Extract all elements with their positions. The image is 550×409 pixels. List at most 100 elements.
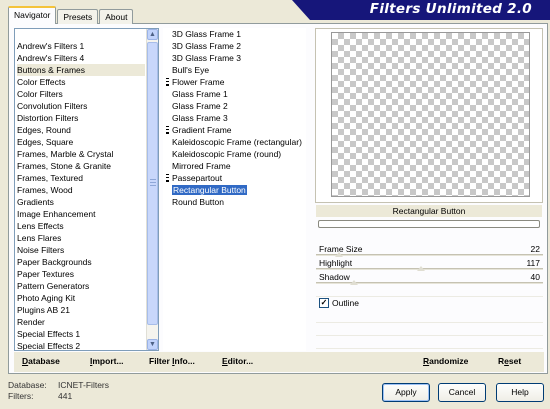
category-item[interactable]: Andrew's Filters 1 — [17, 40, 145, 52]
randomize-button-rest: andomize — [429, 356, 469, 366]
category-item[interactable]: Pattern Generators — [17, 280, 145, 292]
empty-control-row — [316, 337, 543, 349]
category-item[interactable]: Distortion Filters — [17, 112, 145, 124]
filter-item[interactable]: 3D Glass Frame 2 — [163, 40, 306, 52]
filters-count-value: 441 — [58, 391, 73, 401]
category-item[interactable]: Frames, Wood — [17, 184, 145, 196]
tab-about[interactable]: About — [99, 9, 134, 24]
category-item[interactable]: Paper Textures — [17, 268, 145, 280]
preview-caption: Rectangular Button — [316, 205, 542, 217]
randomize-button[interactable]: Randomize — [423, 356, 468, 366]
empty-control-row — [316, 285, 543, 297]
filter-item[interactable]: Kaleidoscopic Frame (rectangular) — [163, 136, 306, 148]
category-items: Andrew's Filters 1 Andrew's Filters 4 Butt… — [17, 40, 145, 350]
progress-bar — [318, 220, 540, 228]
highlight-track[interactable] — [316, 268, 543, 270]
shadow-label: Shadow — [319, 272, 350, 282]
import-button[interactable]: Import... — [90, 356, 124, 366]
database-button[interactable]: Database — [22, 356, 60, 366]
highlight-label: Highlight — [319, 258, 353, 268]
shadow-slider[interactable]: Shadow 40 — [316, 271, 543, 285]
category-item[interactable]: Special Effects 2 — [17, 340, 145, 350]
category-item[interactable]: Edges, Round — [17, 124, 145, 136]
filter-info-button-rest: nfo... — [174, 356, 195, 366]
category-scrollbar[interactable]: ▲ ▼ — [146, 29, 158, 350]
filter-item-label: 3D Glass Frame 2 — [172, 41, 241, 51]
editor-button[interactable]: Editor... — [222, 356, 253, 366]
filter-item-label: Round Button — [172, 197, 224, 207]
cancel-button[interactable]: Cancel — [438, 383, 486, 402]
filter-item[interactable]: Mirrored Frame — [163, 160, 306, 172]
command-bar: Database Import... Filter Info... Editor… — [14, 352, 544, 372]
category-item[interactable]: Frames, Textured — [17, 172, 145, 184]
category-item[interactable]: Color Filters — [17, 88, 145, 100]
empty-control-row — [316, 311, 543, 323]
category-item[interactable]: Gradients — [17, 196, 145, 208]
scroll-up-button[interactable]: ▲ — [147, 29, 158, 40]
help-button[interactable]: Help — [496, 383, 544, 402]
scroll-down-button[interactable]: ▼ — [147, 339, 158, 350]
tab-presets[interactable]: Presets — [57, 9, 99, 24]
category-item[interactable]: Edges, Square — [17, 136, 145, 148]
outline-option[interactable]: ✓ Outline — [316, 297, 543, 310]
frame-size-value: 22 — [530, 244, 540, 254]
category-item[interactable]: Photo Aging Kit — [17, 292, 145, 304]
filter-group-icon — [166, 174, 169, 182]
filter-item[interactable]: 3D Glass Frame 3 — [163, 52, 306, 64]
filter-item[interactable]: Flower Frame — [163, 76, 306, 88]
filter-item-label: Glass Frame 1 — [172, 89, 228, 99]
filter-group-icon — [166, 126, 169, 134]
filter-item[interactable]: Gradient Frame — [163, 124, 306, 136]
outline-label: Outline — [332, 298, 359, 308]
filter-item[interactable]: Rectangular Button — [163, 184, 306, 196]
database-info-label: Database: — [8, 380, 47, 390]
outline-checkbox[interactable]: ✓ — [319, 298, 329, 308]
filter-item[interactable]: Bull's Eye — [163, 64, 306, 76]
frame-size-slider[interactable]: Frame Size 22 — [316, 243, 543, 257]
category-item[interactable]: Color Effects — [17, 76, 145, 88]
filter-item[interactable]: Round Button — [163, 196, 306, 208]
category-list[interactable]: Andrew's Filters 1 Andrew's Filters 4 Butt… — [14, 28, 159, 351]
filter-item[interactable]: Kaleidoscopic Frame (round) — [163, 148, 306, 160]
status-info: Database: ICNET-Filters Filters: 441 — [8, 380, 109, 402]
filter-item[interactable]: Glass Frame 2 — [163, 100, 306, 112]
tab-bar: Navigator Presets About — [8, 6, 134, 24]
banner-slant — [292, 0, 310, 20]
editor-button-mnemonic: E — [222, 356, 228, 366]
highlight-slider[interactable]: Highlight 117 — [316, 257, 543, 271]
preview-panel — [315, 28, 543, 203]
category-item[interactable]: Buttons & Frames — [17, 64, 145, 76]
category-item[interactable]: Frames, Marble & Crystal — [17, 148, 145, 160]
filter-info-button[interactable]: Filter Info... — [149, 356, 195, 366]
filter-item[interactable]: 3D Glass Frame 1 — [163, 28, 306, 40]
filter-item[interactable]: Glass Frame 1 — [163, 88, 306, 100]
category-item[interactable]: Andrew's Filters 4 — [17, 52, 145, 64]
apply-button[interactable]: Apply — [382, 383, 430, 402]
scroll-thumb[interactable] — [147, 42, 158, 325]
category-item[interactable]: Noise Filters — [17, 244, 145, 256]
category-item[interactable]: Frames, Stone & Granite — [17, 160, 145, 172]
reset-button[interactable]: Reset — [498, 356, 521, 366]
filter-list[interactable]: 3D Glass Frame 1 3D Glass Frame 2 3D Glass… — [163, 28, 306, 351]
category-item[interactable]: Plugins AB 21 — [17, 304, 145, 316]
filter-item-label: Kaleidoscopic Frame (round) — [172, 149, 282, 159]
filter-item[interactable]: Passepartout — [163, 172, 306, 184]
category-item[interactable]: Special Effects 1 — [17, 328, 145, 340]
category-item[interactable]: Paper Backgrounds — [17, 256, 145, 268]
filter-item-label: Glass Frame 2 — [172, 101, 228, 111]
title-banner: Filters Unlimited 2.0 — [292, 0, 550, 20]
tab-navigator[interactable]: Navigator — [8, 6, 57, 24]
filter-item-label: 3D Glass Frame 3 — [172, 53, 241, 63]
frame-size-track[interactable] — [316, 254, 543, 256]
filter-item[interactable]: Glass Frame 3 — [163, 112, 306, 124]
highlight-value: 117 — [526, 258, 540, 268]
category-item[interactable]: Lens Effects — [17, 220, 145, 232]
reset-button-rest: set — [508, 356, 522, 366]
category-item[interactable]: Lens Flares — [17, 232, 145, 244]
filter-item-label: Kaleidoscopic Frame (rectangular) — [172, 137, 302, 147]
filter-item-label: Passepartout — [172, 173, 223, 183]
category-item[interactable]: Image Enhancement — [17, 208, 145, 220]
category-item[interactable]: Convolution Filters — [17, 100, 145, 112]
category-item[interactable]: Render — [17, 316, 145, 328]
filter-item-label: Bull's Eye — [172, 65, 210, 75]
